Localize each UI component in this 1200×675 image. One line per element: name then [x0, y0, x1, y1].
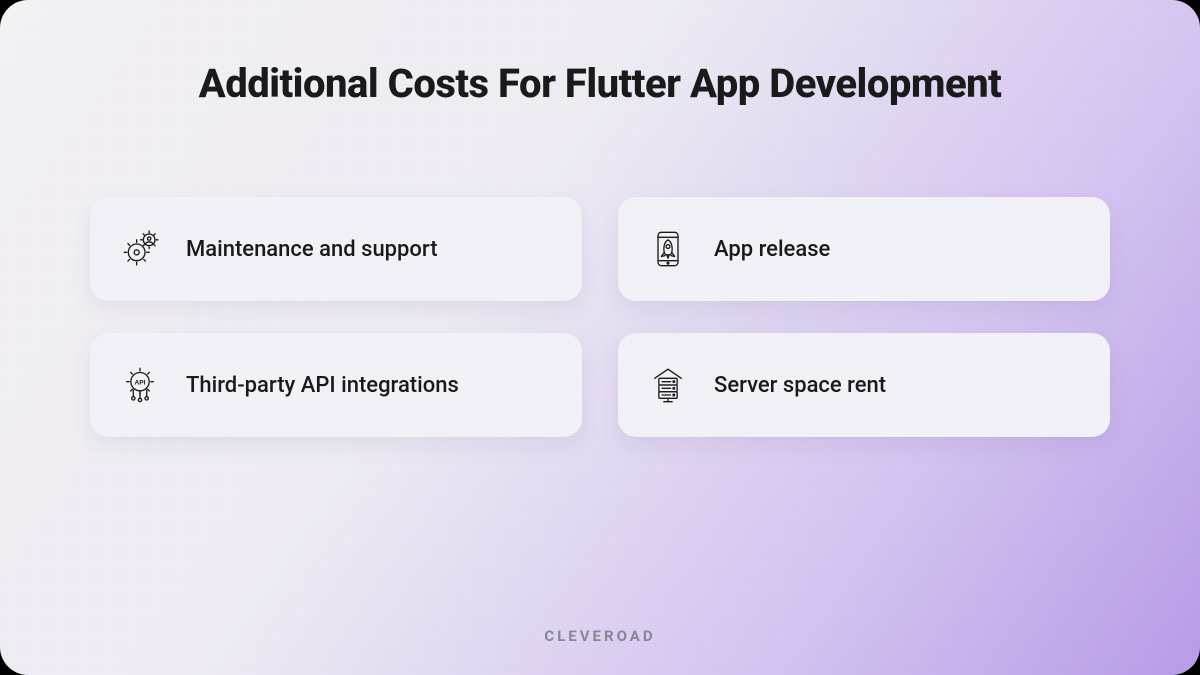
- card-label: Server space rent: [714, 373, 886, 398]
- api-icon: API: [118, 363, 162, 407]
- cards-grid: Maintenance and support A: [90, 197, 1110, 437]
- card-maintenance: Maintenance and support: [90, 197, 582, 301]
- page-title: Additional Costs For Flutter App Develop…: [90, 60, 1110, 107]
- infographic-canvas: Additional Costs For Flutter App Develop…: [0, 0, 1200, 675]
- card-app-release: App release: [618, 197, 1110, 301]
- card-label: App release: [714, 237, 830, 262]
- card-label: Maintenance and support: [186, 237, 438, 262]
- svg-text:API: API: [134, 380, 145, 387]
- maintenance-icon: [118, 227, 162, 271]
- app-release-icon: [646, 227, 690, 271]
- card-label: Third-party API integrations: [186, 373, 459, 398]
- server-icon: [646, 363, 690, 407]
- brand-footer: CLEVEROAD: [90, 627, 1110, 645]
- card-api: API Third-party API integrations: [90, 333, 582, 437]
- card-server: Server space rent: [618, 333, 1110, 437]
